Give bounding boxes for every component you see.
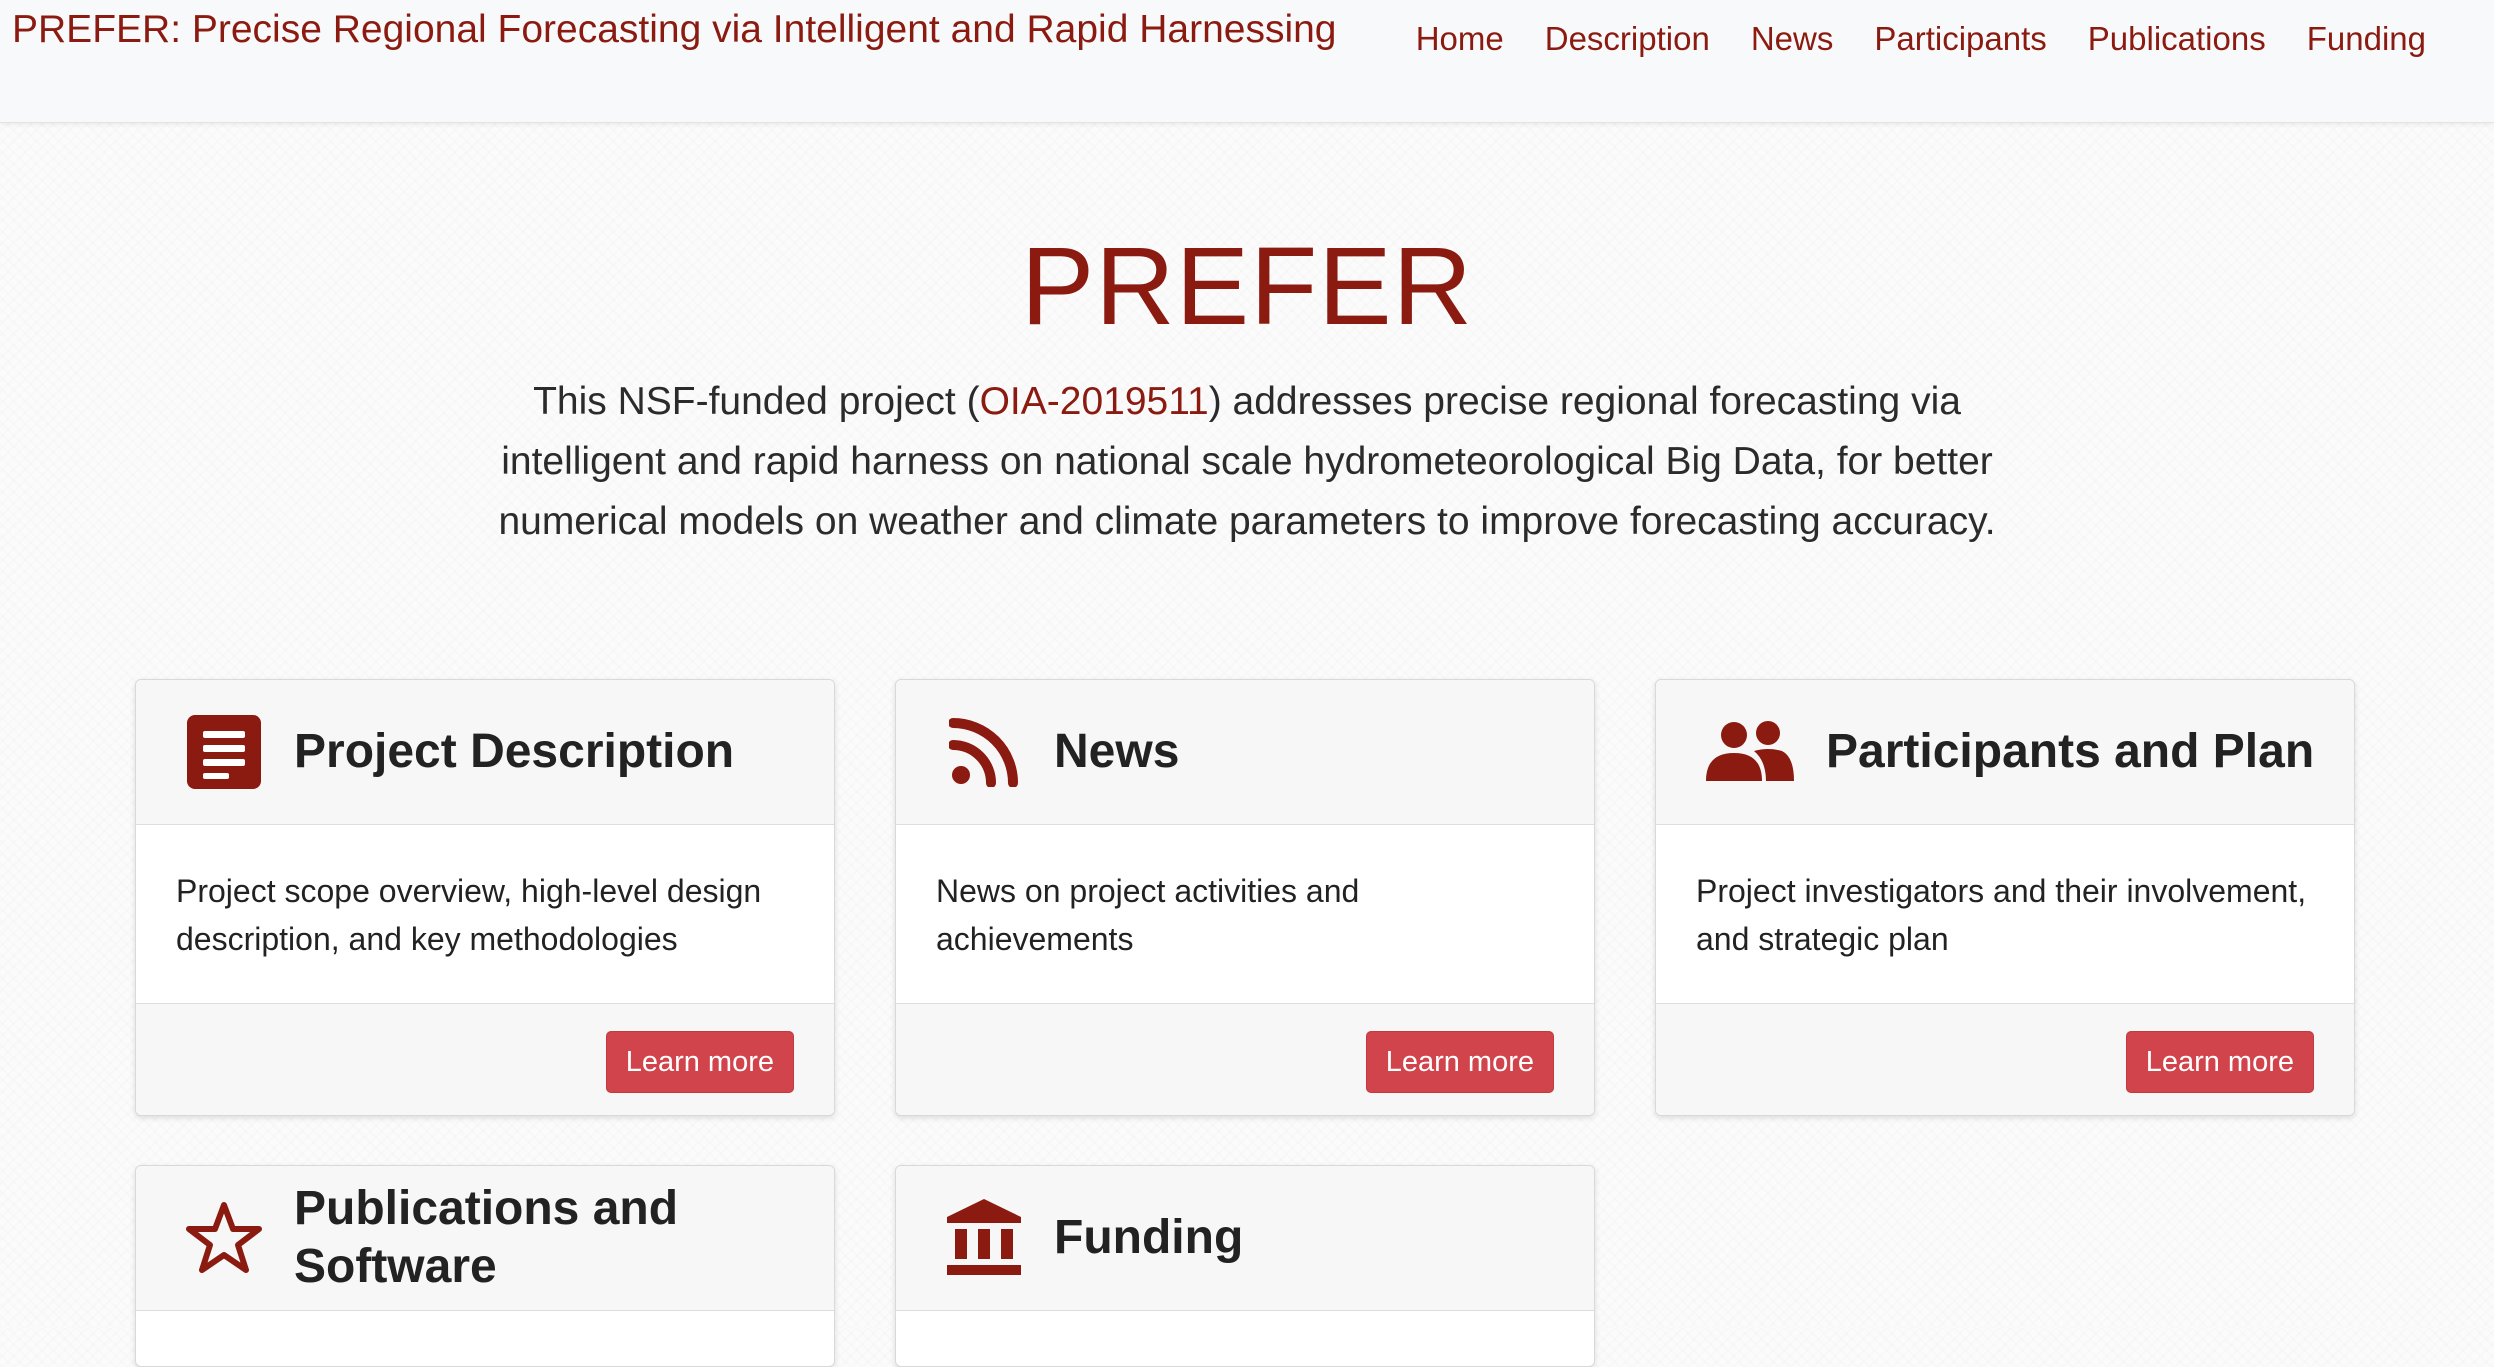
card-title: Participants and Plan xyxy=(1826,725,2315,778)
card-funding: Funding xyxy=(895,1165,1595,1367)
brand-link[interactable]: PREFER: Precise Regional Forecasting via… xyxy=(12,8,1337,52)
card-header: Participants and Plan xyxy=(1656,680,2354,825)
bank-icon xyxy=(944,1198,1024,1278)
nav-link-participants[interactable]: Participants xyxy=(1874,20,2046,58)
document-icon xyxy=(184,712,264,792)
card-title: Funding xyxy=(1054,1211,1244,1264)
card-project-description: Project Description Project scope overvi… xyxy=(135,679,835,1116)
hero-title: PREFER xyxy=(1020,225,1474,348)
star-icon xyxy=(184,1198,264,1278)
nav-link-publications[interactable]: Publications xyxy=(2088,20,2266,58)
card-footer: Learn more xyxy=(896,1003,1594,1115)
hero-text: This NSF-funded project (OIA-2019511) ad… xyxy=(480,372,2014,552)
navbar: PREFER: Precise Regional Forecasting via… xyxy=(0,0,2494,123)
nav-links: Home Description News Participants Publi… xyxy=(1416,20,2426,58)
nav-link-description[interactable]: Description xyxy=(1545,20,1710,58)
card-title: Project Description xyxy=(294,725,735,778)
card-publications: Publications and Software xyxy=(135,1165,835,1367)
card-header: News xyxy=(896,680,1594,825)
grant-link[interactable]: OIA-2019511 xyxy=(980,380,1209,423)
card-title: Publications and Software xyxy=(294,1182,679,1293)
nav-link-funding[interactable]: Funding xyxy=(2307,20,2426,58)
rss-icon xyxy=(944,712,1024,792)
nav-link-home[interactable]: Home xyxy=(1416,20,1504,58)
card-title: News xyxy=(1054,725,1180,778)
hero-text-before: This NSF-funded project ( xyxy=(533,380,980,423)
card-header: Publications and Software xyxy=(136,1166,834,1311)
card-footer: Learn more xyxy=(136,1003,834,1115)
nav-link-news[interactable]: News xyxy=(1751,20,1834,58)
card-body: Project investigators and their involvem… xyxy=(1696,873,2307,957)
card-body: Project scope overview, high-level desig… xyxy=(176,873,762,957)
learn-more-button[interactable]: Learn more xyxy=(1365,1031,1554,1093)
users-icon xyxy=(1704,712,1796,792)
learn-more-button[interactable]: Learn more xyxy=(2125,1031,2314,1093)
card-participants: Participants and Plan Project investigat… xyxy=(1655,679,2355,1116)
card-header: Project Description xyxy=(136,680,834,825)
card-footer: Learn more xyxy=(1656,1003,2354,1115)
learn-more-button[interactable]: Learn more xyxy=(605,1031,794,1093)
card-news: News News on project activities and achi… xyxy=(895,679,1595,1116)
card-header: Funding xyxy=(896,1166,1594,1311)
card-body: News on project activities and achieveme… xyxy=(936,873,1360,957)
